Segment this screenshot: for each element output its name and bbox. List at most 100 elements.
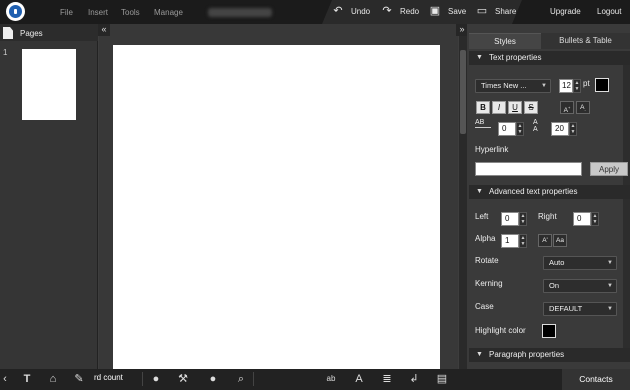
alpha-stepper[interactable]: ▲ ▼ xyxy=(519,234,527,248)
upgrade-button[interactable]: Upgrade xyxy=(550,7,581,16)
font-family-dropdown[interactable]: Times New ... ▼ xyxy=(475,79,551,93)
wrap-text-icon[interactable]: ↲ xyxy=(407,372,421,386)
divider xyxy=(253,372,254,386)
bold-button[interactable]: B xyxy=(476,101,490,114)
kerning-label: Kerning xyxy=(475,279,503,288)
info-icon[interactable]: ● xyxy=(149,372,163,386)
underline-button[interactable]: U xyxy=(508,101,522,114)
document-title[interactable] xyxy=(208,8,272,17)
undo-button[interactable]: Undo xyxy=(351,7,370,16)
document-page[interactable] xyxy=(113,45,440,369)
undo-icon[interactable]: ↶ xyxy=(331,4,345,18)
paragraph-properties-header[interactable]: ▼ Paragraph properties xyxy=(469,348,630,362)
highlight-color-swatch[interactable] xyxy=(542,324,556,338)
panel-scrollbar[interactable] xyxy=(623,60,630,360)
pen-tool-icon[interactable]: ✎ xyxy=(72,372,86,386)
right-input[interactable]: 0 xyxy=(573,212,591,226)
alpha-input[interactable]: 1 xyxy=(501,234,519,248)
chevron-down-icon: ▼ xyxy=(607,260,613,266)
kerning-value: On xyxy=(549,281,560,290)
hyperlink-input[interactable] xyxy=(475,162,582,176)
share-button[interactable]: Share xyxy=(495,7,516,16)
pages-title: Pages xyxy=(20,29,43,38)
text-properties-header[interactable]: ▼ Text properties xyxy=(469,51,630,65)
collapse-triangle-icon: ▼ xyxy=(476,188,483,195)
section-title: Advanced text properties xyxy=(489,187,578,196)
italic-button[interactable]: I xyxy=(492,101,506,114)
superscript-button[interactable]: A+ xyxy=(560,101,574,114)
line-spacing-stepper[interactable]: ▲ ▼ xyxy=(569,122,577,136)
smallcaps-icon[interactable]: Aa xyxy=(553,234,567,247)
divider xyxy=(142,372,143,386)
tab-styles[interactable]: Styles xyxy=(469,33,541,49)
section-title: Paragraph properties xyxy=(489,350,565,359)
collapse-left-icon[interactable]: « xyxy=(98,24,110,36)
font-size-unit: pt xyxy=(583,79,590,88)
rotate-label: Rotate xyxy=(475,256,499,265)
shapes-tool-icon[interactable]: ⌂ xyxy=(46,372,60,386)
left-input[interactable]: 0 xyxy=(501,212,519,226)
line-spacing-icon: AA xyxy=(533,119,538,133)
tab-bullets-table[interactable]: Bullets & Table xyxy=(541,33,630,49)
redo-icon[interactable]: ↷ xyxy=(380,4,394,18)
save-button[interactable]: Save xyxy=(448,7,466,16)
hyperlink-label: Hyperlink xyxy=(475,145,509,154)
char-spacing-stepper[interactable]: ▲ ▼ xyxy=(516,122,524,136)
uppercase-icon[interactable]: A' xyxy=(538,234,552,247)
alpha-label: Alpha xyxy=(475,234,496,243)
kerning-dropdown[interactable]: On ▼ xyxy=(543,279,617,293)
logout-button[interactable]: Logout xyxy=(597,7,621,16)
word-count[interactable]: rd count xyxy=(94,373,123,382)
left-stepper[interactable]: ▲ ▼ xyxy=(519,212,527,226)
font-size-input[interactable]: 12 xyxy=(559,79,573,93)
document-icon[interactable]: ▤ xyxy=(435,372,449,386)
line-spacing-input[interactable]: 20 xyxy=(551,122,569,136)
page-number: 1 xyxy=(3,48,8,57)
wrench-icon[interactable]: ⚒ xyxy=(176,372,190,386)
menu-tools[interactable]: Tools xyxy=(121,8,140,17)
rotate-value: Auto xyxy=(549,258,565,267)
redo-button[interactable]: Redo xyxy=(400,7,419,16)
font-family-value: Times New ... xyxy=(481,81,527,90)
app-logo-icon[interactable] xyxy=(6,2,25,21)
collapse-triangle-icon: ▼ xyxy=(476,351,483,358)
collapse-triangle-icon: ▼ xyxy=(476,54,483,61)
subscript-button[interactable]: A- xyxy=(576,101,590,114)
font-style-icon[interactable]: A xyxy=(352,372,366,386)
right-stepper[interactable]: ▲ ▼ xyxy=(591,212,599,226)
chevron-down-icon: ▼ xyxy=(607,283,613,289)
share-icon[interactable]: ▭ xyxy=(475,4,489,18)
spellcheck-icon[interactable]: ab xyxy=(324,372,338,386)
text-tool-icon[interactable]: T xyxy=(20,372,34,386)
advanced-text-properties-header[interactable]: ▼ Advanced text properties xyxy=(469,185,630,199)
char-spacing-input[interactable]: 0 xyxy=(498,122,516,136)
pages-panel-header xyxy=(0,24,98,41)
save-icon[interactable]: ▣ xyxy=(428,4,442,18)
text-color-swatch[interactable] xyxy=(595,78,609,92)
rotate-dropdown[interactable]: Auto ▼ xyxy=(543,256,617,270)
highlight-color-label: Highlight color xyxy=(475,326,526,335)
menu-file[interactable]: File xyxy=(60,8,73,17)
left-label: Left xyxy=(475,212,489,221)
right-label: Right xyxy=(538,212,557,221)
align-icon[interactable]: ≣ xyxy=(380,372,394,386)
chevron-left-icon[interactable]: ‹ xyxy=(0,372,12,386)
scrollbar-thumb[interactable] xyxy=(460,50,466,134)
apply-button[interactable]: Apply xyxy=(590,162,628,176)
strikethrough-button[interactable]: S xyxy=(524,101,538,114)
contacts-button[interactable]: Contacts xyxy=(562,369,630,390)
comment-icon[interactable]: ● xyxy=(206,372,220,386)
section-title: Text properties xyxy=(489,53,542,62)
menu-manage[interactable]: Manage xyxy=(154,8,183,17)
char-spacing-label: AB xyxy=(475,119,485,126)
chevron-down-icon: ▼ xyxy=(607,306,613,312)
menu-insert[interactable]: Insert xyxy=(88,8,108,17)
case-dropdown[interactable]: DEFAULT ▼ xyxy=(543,302,617,316)
page-thumbnail[interactable] xyxy=(22,49,76,120)
chevron-down-icon: ▼ xyxy=(541,83,547,89)
search-icon[interactable]: ⌕ xyxy=(234,372,248,386)
char-spacing-icon: AB xyxy=(475,119,491,128)
case-label: Case xyxy=(475,302,494,311)
case-value: DEFAULT xyxy=(549,304,583,313)
font-size-stepper[interactable]: ▲ ▼ xyxy=(573,79,581,93)
